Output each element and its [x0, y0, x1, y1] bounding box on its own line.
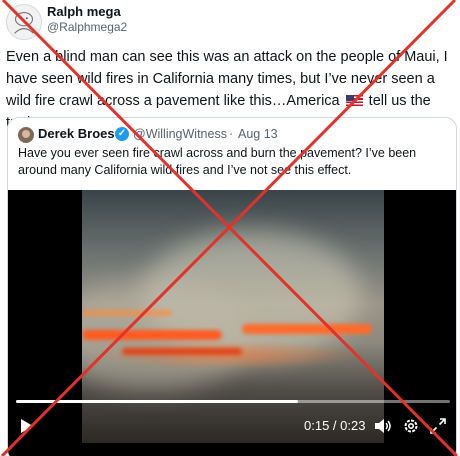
video-progress-bar[interactable] [16, 400, 450, 403]
fire-line [122, 348, 242, 355]
quoted-author-avatar[interactable] [18, 127, 34, 143]
settings-gear-icon[interactable] [402, 417, 420, 435]
quoted-post-date[interactable]: Aug 13 [238, 127, 278, 141]
fullscreen-icon[interactable] [430, 418, 446, 434]
video-progress-fill [16, 400, 299, 403]
quoted-post-card[interactable]: Derek Broes ✓ @WillingWitness · Aug 13 H… [7, 117, 457, 456]
fire-line [242, 324, 372, 334]
author-avatar[interactable] [6, 4, 42, 40]
quoted-author-handle[interactable]: @WillingWitness [133, 127, 227, 141]
video-frame [82, 190, 384, 443]
us-flag-icon [345, 95, 363, 106]
quoted-post-text: Have you ever seen fire crawl across and… [18, 146, 417, 177]
play-icon[interactable] [16, 416, 36, 436]
fire-line [82, 330, 222, 340]
author-handle[interactable]: @Ralphmega2 [47, 20, 127, 34]
fire-glow [92, 340, 362, 370]
video-time: 0:15 / 0:23 [304, 418, 366, 433]
volume-icon[interactable] [374, 418, 392, 434]
video-player[interactable]: 0:15 / 0:23 [8, 190, 456, 456]
author-name[interactable]: Ralph mega [47, 4, 121, 19]
avatar-sketch-icon [7, 5, 41, 39]
verified-badge-icon: ✓ [115, 127, 129, 141]
separator-dot: · [229, 127, 234, 141]
quoted-author-name[interactable]: Derek Broes [38, 126, 115, 141]
fire-line [82, 310, 172, 316]
